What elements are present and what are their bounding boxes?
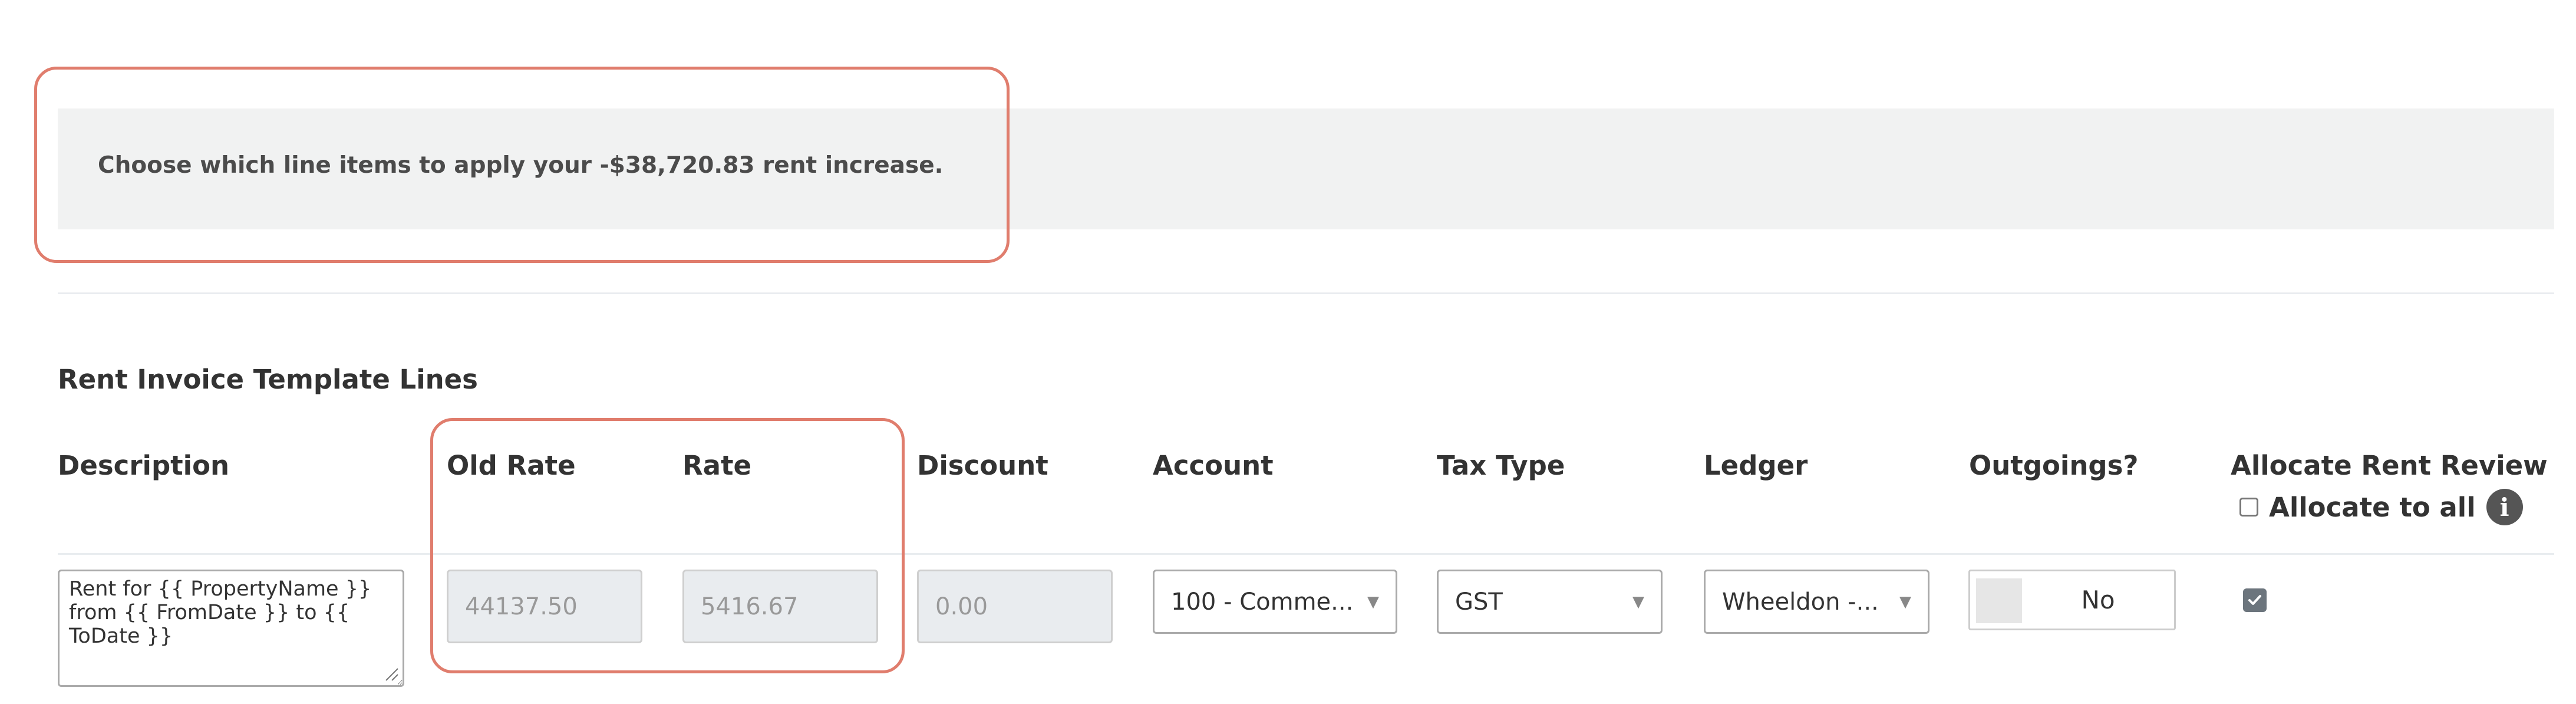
column-header-description: Description xyxy=(58,450,230,481)
ledger-selected-value: Wheeldon -... xyxy=(1722,588,1879,616)
outgoings-toggle[interactable]: No xyxy=(1968,570,2176,630)
column-header-ledger: Ledger xyxy=(1704,450,1808,481)
checkmark-icon xyxy=(2248,595,2261,605)
description-text: Rent for {{ PropertyName }} from {{ From… xyxy=(69,577,372,648)
discount-value: 0.00 xyxy=(935,593,988,620)
tax-type-select[interactable]: GST ▼ xyxy=(1437,570,1663,634)
column-header-outgoings: Outgoings? xyxy=(1969,450,2139,481)
tax-type-selected-value: GST xyxy=(1455,588,1503,616)
toggle-knob xyxy=(1976,578,2022,623)
account-selected-value: 100 - Comme... xyxy=(1171,588,1354,616)
allocate-row-checkbox[interactable] xyxy=(2243,588,2267,612)
discount-input[interactable]: 0.00 xyxy=(917,570,1113,643)
section-title: Rent Invoice Template Lines xyxy=(58,364,478,395)
highlight-box-rates xyxy=(430,418,905,673)
column-header-allocate-rent-review: Allocate Rent Review xyxy=(2231,450,2548,481)
info-icon[interactable]: i xyxy=(2486,489,2523,525)
column-header-discount: Discount xyxy=(917,450,1048,481)
account-select[interactable]: 100 - Comme... ▼ xyxy=(1153,570,1397,634)
description-textarea[interactable]: Rent for {{ PropertyName }} from {{ From… xyxy=(58,570,404,687)
column-header-tax-type: Tax Type xyxy=(1437,450,1565,481)
chevron-down-icon: ▼ xyxy=(1899,593,1911,611)
column-header-account: Account xyxy=(1153,450,1274,481)
section-divider xyxy=(58,292,2554,294)
outgoings-toggle-label: No xyxy=(2081,585,2115,614)
chevron-down-icon: ▼ xyxy=(1367,593,1379,611)
highlight-box-banner xyxy=(34,67,1010,263)
allocate-to-all-control: Allocate to all i xyxy=(2239,489,2523,525)
allocate-to-all-label: Allocate to all xyxy=(2269,491,2476,523)
chevron-down-icon: ▼ xyxy=(1632,593,1644,611)
allocate-to-all-checkbox[interactable] xyxy=(2239,498,2258,517)
resize-grip-icon[interactable] xyxy=(384,666,399,682)
ledger-select[interactable]: Wheeldon -... ▼ xyxy=(1704,570,1929,634)
